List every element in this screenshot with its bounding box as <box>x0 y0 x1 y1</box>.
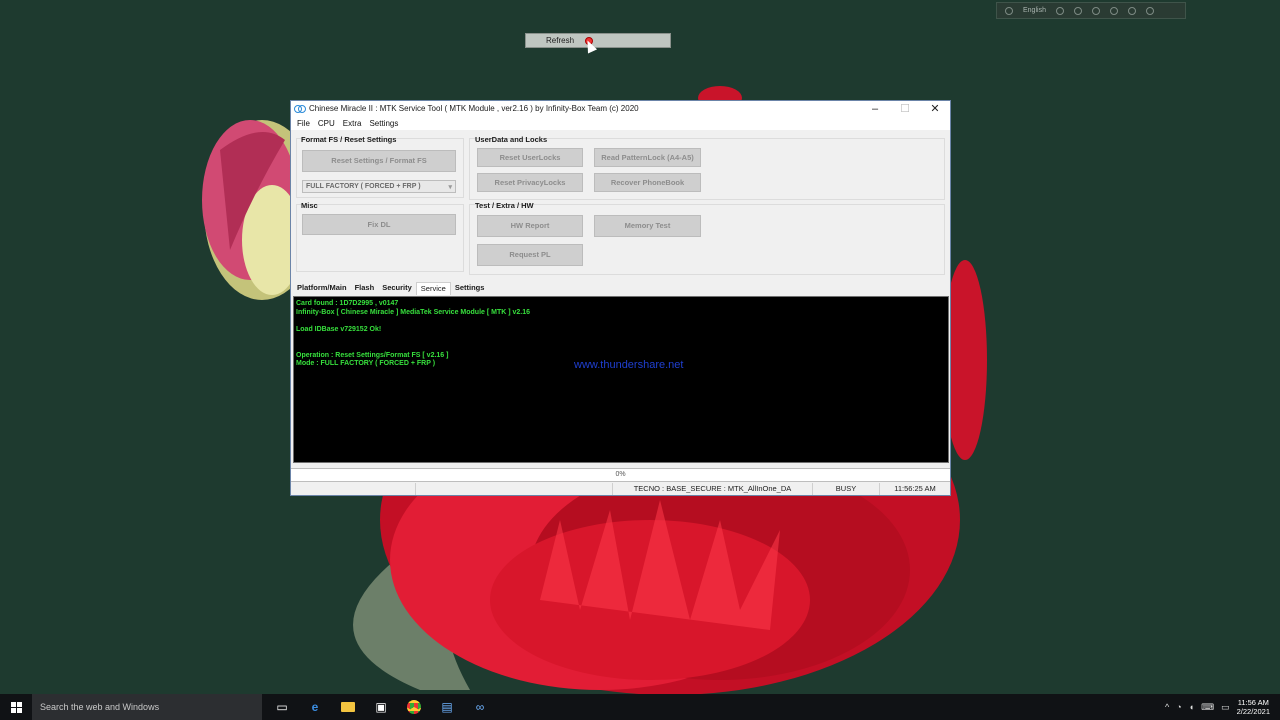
tab-flash[interactable]: Flash <box>351 282 379 295</box>
window-title: Chinese Miracle II : MTK Service Tool ( … <box>309 104 639 113</box>
reset-userlocks-button[interactable]: Reset UserLocks <box>477 148 583 167</box>
refresh-label: Refresh <box>546 36 575 45</box>
log-console[interactable]: Card found : 1D7D2995 , v0147 Infinity-B… <box>293 296 949 463</box>
reset-privacylocks-button[interactable]: Reset PrivacyLocks <box>477 173 583 192</box>
minimize-button[interactable]: – <box>860 101 890 116</box>
status-time: 11:56:25 AM <box>894 484 936 493</box>
taskbar: Search the web and Windows ▭ e ▣ ▤ ∞ ^ ◔… <box>0 694 1280 720</box>
memory-test-button[interactable]: Memory Test <box>594 215 701 237</box>
watermark-text: www.thundershare.net <box>574 359 684 371</box>
menu-bar: File CPU Extra Settings <box>291 116 950 130</box>
menu-file[interactable]: File <box>293 119 314 128</box>
tab-strip: Platform/Main Flash Security Service Set… <box>293 282 488 295</box>
progress-text: 0% <box>615 471 626 478</box>
chevron-down-icon: ▾ <box>448 184 452 191</box>
title-bar[interactable]: Chinese Miracle II : MTK Service Tool ( … <box>291 101 950 116</box>
store-icon[interactable]: ▣ <box>369 696 393 718</box>
menu-settings[interactable]: Settings <box>365 119 402 128</box>
app-window: Chinese Miracle II : MTK Service Tool ( … <box>290 100 951 496</box>
format-mode-value: FULL FACTORY ( FORCED + FRP ) <box>306 183 421 190</box>
status-state: BUSY <box>813 483 880 495</box>
power-icon[interactable] <box>1145 6 1154 15</box>
format-mode-select[interactable]: FULL FACTORY ( FORCED + FRP ) ▾ <box>302 180 456 193</box>
log-line: Card found : 1D7D2995 , v0147 <box>296 300 399 307</box>
tab-settings[interactable]: Settings <box>451 282 489 295</box>
status-seg-empty <box>416 483 613 495</box>
menu-extra[interactable]: Extra <box>339 119 366 128</box>
help-icon[interactable] <box>1127 6 1136 15</box>
status-device: TECNO : BASE_SECURE : MTK_AllInOne_DA <box>613 483 813 495</box>
refresh-bar[interactable]: Refresh <box>525 33 671 48</box>
clock-date: 2/22/2021 <box>1236 707 1270 716</box>
close-button[interactable]: ✕ <box>920 101 950 116</box>
infinity-icon <box>294 104 306 113</box>
log-line: Load IDBase v729152 Ok! <box>296 325 382 333</box>
task-view-icon[interactable]: ▭ <box>270 696 294 718</box>
format-group-title: Format FS / Reset Settings <box>301 135 397 144</box>
keyboard-icon[interactable] <box>1055 6 1064 15</box>
infinity-box-icon[interactable]: ∞ <box>468 696 492 718</box>
request-pl-button[interactable]: Request PL <box>477 244 583 266</box>
gear-icon[interactable] <box>1091 6 1100 15</box>
maximize-button[interactable]: ☐ <box>890 101 920 116</box>
taskbar-search[interactable]: Search the web and Windows <box>32 694 262 720</box>
network-icon[interactable]: ◔ <box>1176 702 1181 712</box>
windows-icon <box>10 701 22 713</box>
volume-icon[interactable]: ◖ <box>1189 702 1194 712</box>
tab-platform-main[interactable]: Platform/Main <box>293 282 351 295</box>
status-bar: TECNO : BASE_SECURE : MTK_AllInOne_DA BU… <box>291 483 950 495</box>
file-explorer-icon[interactable] <box>336 696 360 718</box>
reset-settings-button[interactable]: Reset Settings / Format FS <box>302 150 456 172</box>
misc-group-title: Misc <box>301 201 318 210</box>
language-toolbar: English <box>996 2 1186 19</box>
menu-cpu[interactable]: CPU <box>314 119 339 128</box>
remote-desktop-icon[interactable]: ▤ <box>435 696 459 718</box>
service-panel: Format FS / Reset Settings Reset Setting… <box>291 130 950 276</box>
hw-report-button[interactable]: HW Report <box>477 215 583 237</box>
fix-dl-button[interactable]: Fix DL <box>302 214 456 235</box>
ime-icon[interactable] <box>1005 6 1013 15</box>
language-label[interactable]: English <box>1023 7 1046 14</box>
userdata-group-title: UserData and Locks <box>475 135 548 144</box>
notifications-icon[interactable]: ▭ <box>1221 702 1230 713</box>
pen-icon[interactable] <box>1073 6 1082 15</box>
clock-time: 11:56 AM <box>1237 698 1269 707</box>
status-seg-empty <box>291 483 416 495</box>
edge-icon[interactable]: e <box>303 696 327 718</box>
tray-chevron-up-icon[interactable]: ^ <box>1165 702 1169 712</box>
log-line: Infinity-Box [ Chinese Miracle ] MediaTe… <box>296 308 531 316</box>
edit-icon[interactable] <box>1109 6 1118 15</box>
read-patternlock-button[interactable]: Read PatternLock (A4-A5) <box>594 148 701 167</box>
taskbar-clock[interactable]: 11:56 AM 2/22/2021 <box>1237 698 1270 716</box>
keyboard-layout-icon[interactable]: ⌨ <box>1201 702 1214 713</box>
chrome-icon[interactable] <box>402 696 426 718</box>
tab-security[interactable]: Security <box>378 282 416 295</box>
tab-service[interactable]: Service <box>415 282 451 295</box>
progress-bar: 0% <box>291 468 950 482</box>
recover-phonebook-button[interactable]: Recover PhoneBook <box>594 173 701 192</box>
start-button[interactable] <box>0 694 32 720</box>
test-group-title: Test / Extra / HW <box>475 201 534 210</box>
system-tray: ^ ◔ ◖ ⌨ ▭ 11:56 AM 2/22/2021 <box>1165 698 1280 716</box>
